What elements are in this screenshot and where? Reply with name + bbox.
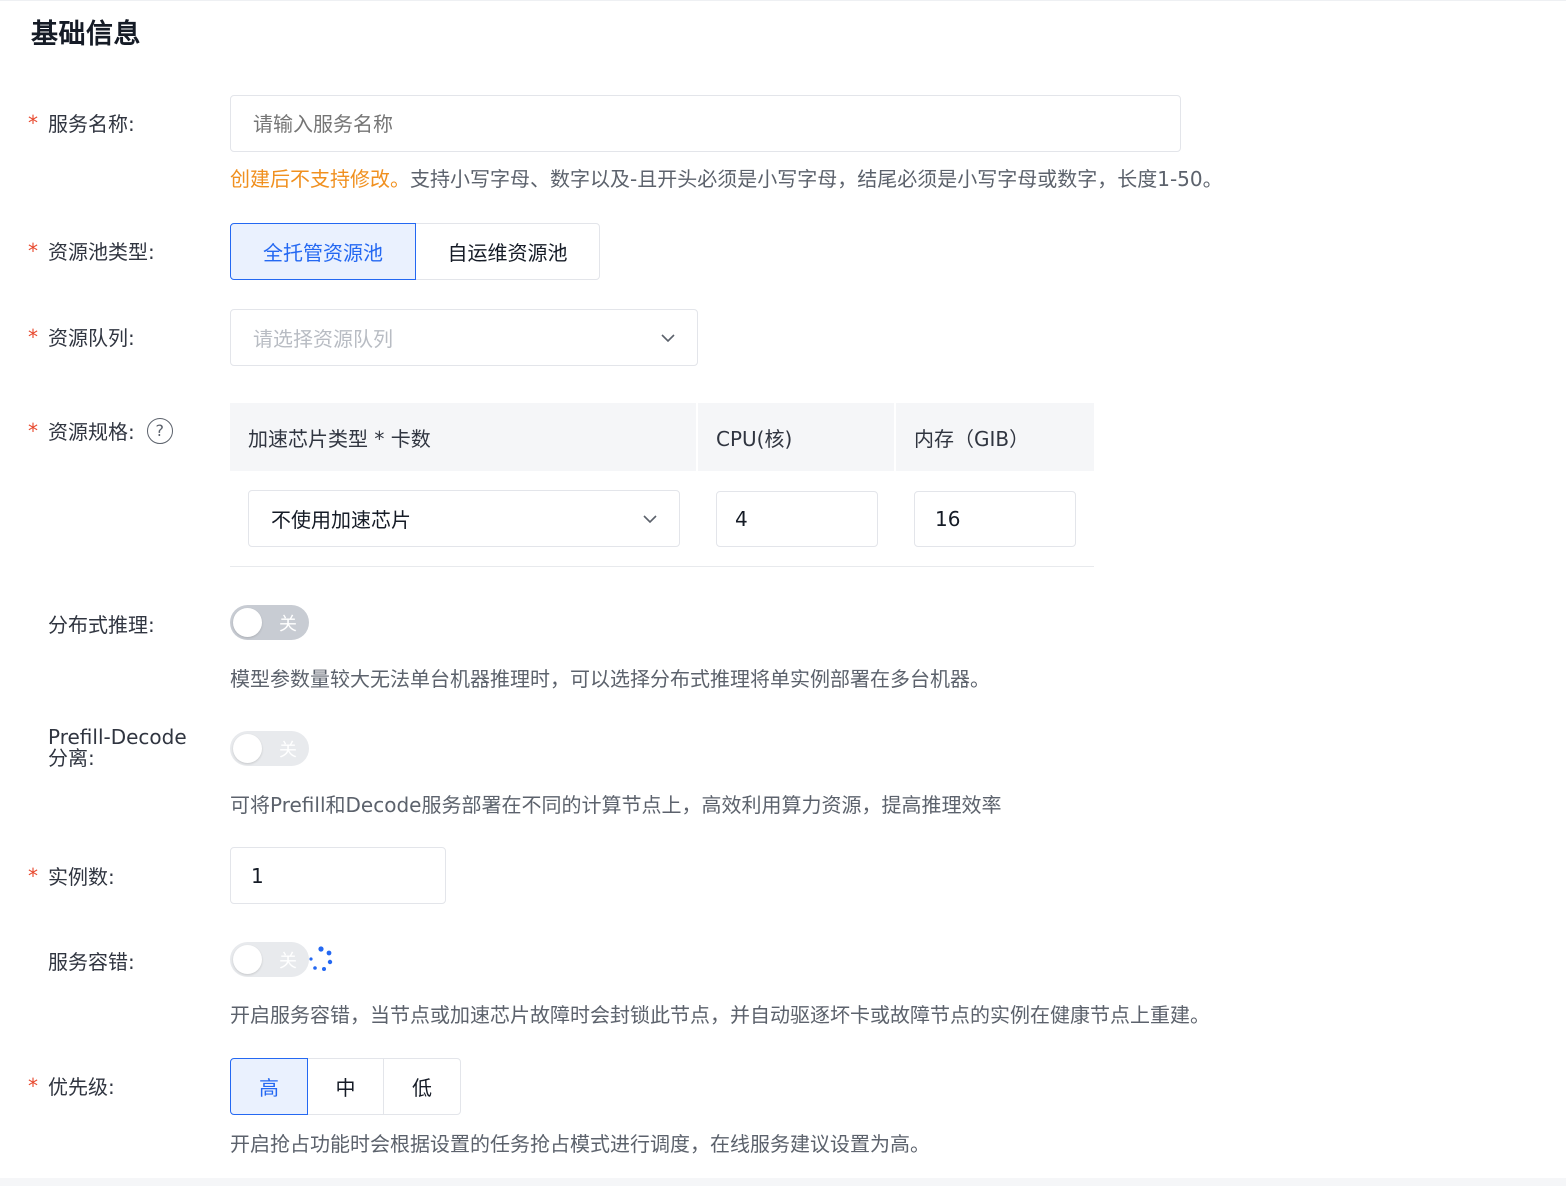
instances-label: * 实例数: [28, 863, 115, 890]
memory-input[interactable]: 16 [914, 491, 1076, 547]
fault-tolerance-label: 服务容错: [48, 950, 135, 974]
spec-table-divider [230, 566, 1094, 567]
chip-select-value: 不使用加速芯片 [271, 508, 411, 532]
distributed-hint: 模型参数量较大无法单台机器推理时，可以选择分布式推理将单实例部署在多台机器。 [230, 667, 990, 691]
queue-label: * 资源队列: [28, 324, 135, 351]
required-mark: * [28, 324, 38, 349]
spec-header-memory: 内存（GIB） [896, 403, 1094, 471]
priority-option-medium[interactable]: 中 [307, 1058, 384, 1115]
spec-label: * 资源规格: ? [28, 416, 173, 445]
toggle-state-text: 关 [279, 740, 297, 761]
fault-tolerance-toggle[interactable]: 关 [230, 942, 309, 977]
required-mark: * [28, 110, 38, 135]
distributed-toggle[interactable]: 关 [230, 605, 309, 640]
priority-option-low[interactable]: 低 [383, 1058, 461, 1115]
required-mark: * [28, 1073, 38, 1098]
toggle-knob [233, 945, 262, 974]
loading-spinner-icon [309, 946, 333, 971]
queue-placeholder: 请选择资源队列 [253, 327, 393, 351]
service-name-input[interactable] [230, 95, 1181, 152]
instances-input[interactable]: 1 [230, 847, 446, 904]
priority-option-high[interactable]: 高 [230, 1058, 308, 1115]
cpu-input[interactable]: 4 [716, 491, 878, 547]
spec-header-chip: 加速芯片类型 * 卡数 [230, 403, 696, 471]
bottom-edge [0, 1178, 1566, 1186]
priority-segmented: 高 中 低 [230, 1058, 461, 1115]
queue-select[interactable]: 请选择资源队列 [230, 309, 698, 366]
priority-hint: 开启抢占功能时会根据设置的任务抢占模式进行调度，在线服务建议设置为高。 [230, 1132, 930, 1156]
pd-split-toggle[interactable]: 关 [230, 731, 309, 766]
toggle-knob [233, 734, 262, 763]
toggle-state-text: 关 [279, 614, 297, 635]
spec-header-cpu: CPU(核) [698, 403, 894, 471]
required-mark: * [28, 418, 38, 443]
distributed-label: 分布式推理: [48, 613, 155, 637]
service-name-label: * 服务名称: [28, 110, 135, 137]
pool-type-segmented: 全托管资源池 自运维资源池 [230, 223, 600, 280]
priority-label: * 优先级: [28, 1073, 115, 1100]
question-circle-icon[interactable]: ? [146, 417, 173, 444]
chevron-down-icon [661, 333, 675, 342]
top-divider [0, 0, 1566, 1]
pool-type-label: * 资源池类型: [28, 238, 155, 265]
service-name-warning: 创建后不支持修改。 [230, 167, 410, 191]
service-name-hint: 创建后不支持修改。支持小写字母、数字以及-且开头必须是小写字母，结尾必须是小写字… [230, 167, 1223, 191]
section-title: 基础信息 [31, 19, 141, 50]
chip-select[interactable]: 不使用加速芯片 [248, 490, 680, 547]
required-mark: * [28, 863, 38, 888]
pd-split-hint: 可将Prefill和Decode服务部署在不同的计算节点上，高效利用算力资源，提… [230, 793, 1002, 817]
toggle-state-text: 关 [279, 951, 297, 972]
pool-type-option-self-managed[interactable]: 自运维资源池 [415, 223, 600, 280]
pool-type-option-managed[interactable]: 全托管资源池 [230, 223, 416, 280]
pd-split-label: Prefill-Decode 分离: [48, 725, 187, 770]
required-mark: * [28, 238, 38, 263]
toggle-knob [233, 608, 262, 637]
chevron-down-icon [643, 514, 657, 523]
fault-tolerance-hint: 开启服务容错，当节点或加速芯片故障时会封锁此节点，并自动驱逐坏卡或故障节点的实例… [230, 1003, 1210, 1027]
